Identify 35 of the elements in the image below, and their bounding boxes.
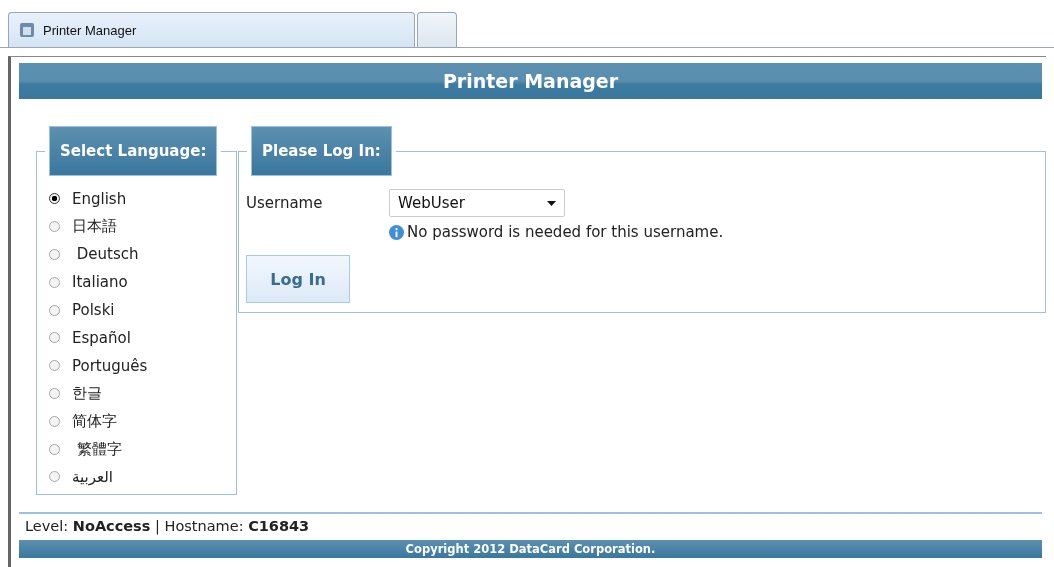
language-label: العربية — [72, 467, 113, 486]
language-label: Español — [72, 328, 131, 347]
language-label: 简体字 — [72, 411, 117, 431]
language-label: Português — [72, 356, 148, 375]
radio-button[interactable] — [49, 332, 60, 344]
info-icon — [389, 224, 404, 240]
browser-tab[interactable]: Printer Manager — [8, 12, 415, 47]
radio-button[interactable] — [49, 360, 60, 372]
login-button[interactable]: Log In — [246, 255, 350, 303]
username-label: Username — [246, 194, 324, 212]
radio-button[interactable] — [49, 221, 60, 233]
radio-button[interactable] — [49, 387, 60, 399]
language-label: Deutsch — [75, 245, 139, 264]
radio-button[interactable] — [49, 249, 60, 260]
radio-button[interactable] — [49, 471, 60, 483]
caret-icon — [547, 200, 556, 206]
copyright-footer: Copyright 2012 DataCard Corporation. — [19, 540, 1042, 558]
language-label: 日本語 — [72, 217, 117, 237]
panel-legend: Please Log In: — [251, 126, 392, 176]
language-label: English — [72, 189, 127, 208]
language-label: 한글 — [72, 383, 102, 403]
radio-button[interactable] — [49, 415, 60, 427]
info-message: No password is needed for this username. — [407, 223, 724, 241]
radio-button[interactable] — [49, 276, 60, 288]
language-label: Polski — [72, 301, 115, 320]
radio-button[interactable] — [49, 304, 60, 316]
page-icon — [19, 22, 35, 38]
radio-button[interactable] — [49, 193, 60, 205]
username-select[interactable]: WebUser — [389, 189, 565, 217]
radio-button[interactable] — [49, 443, 60, 455]
language-label: Italiano — [72, 273, 128, 292]
language-label: 繁體字 — [75, 439, 122, 459]
browser-tab[interactable] — [417, 12, 457, 47]
panel-legend: Select Language: — [49, 126, 218, 176]
page-header: Printer Manager — [19, 63, 1042, 99]
